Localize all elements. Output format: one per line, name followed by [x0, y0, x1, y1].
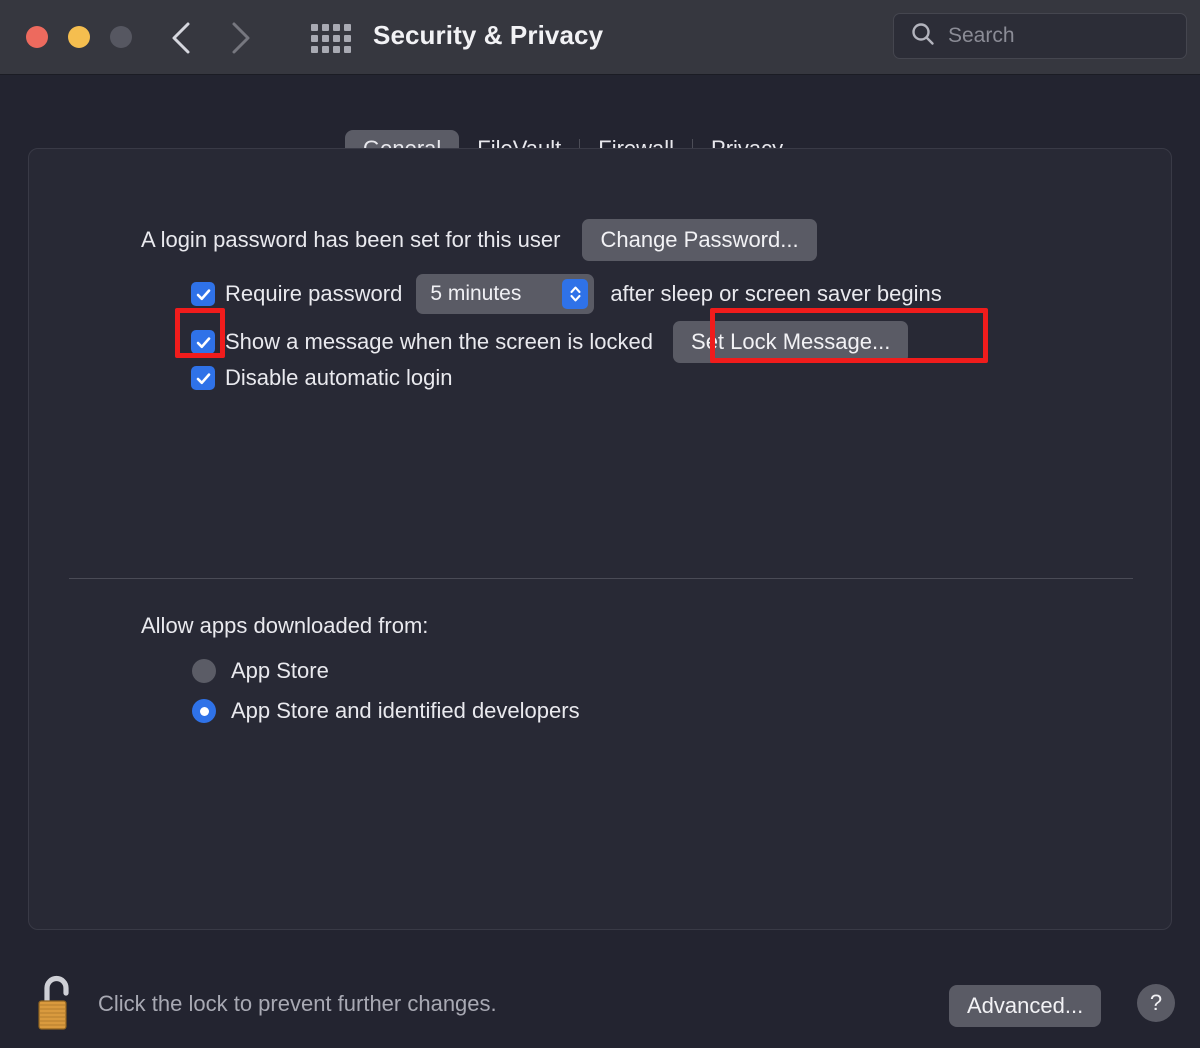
require-password-interval-select[interactable]: 5 minutes [416, 274, 594, 314]
search-placeholder: Search [948, 24, 1015, 48]
stepper-chevrons-icon[interactable] [562, 279, 588, 309]
advanced-button[interactable]: Advanced... [949, 985, 1101, 1027]
show-all-grid-icon[interactable] [311, 24, 351, 53]
search-field[interactable]: Search [893, 13, 1187, 59]
forward-chevron-icon[interactable] [226, 18, 254, 58]
change-password-button[interactable]: Change Password... [582, 219, 816, 261]
password-status-row: A login password has been set for this u… [141, 219, 817, 261]
require-password-interval-value: 5 minutes [430, 282, 521, 306]
lock-hint-text: Click the lock to prevent further change… [98, 991, 497, 1017]
allow-apps-option-app-store[interactable]: App Store [192, 658, 329, 684]
identified-developers-radio[interactable] [192, 699, 216, 723]
security-privacy-window: Security & Privacy Search General FileVa… [0, 0, 1200, 1048]
traffic-light-buttons [26, 26, 132, 48]
back-chevron-icon[interactable] [168, 18, 196, 58]
allow-apps-heading-row: Allow apps downloaded from: [141, 613, 428, 639]
lock-message-row: Show a message when the screen is locked… [191, 321, 908, 363]
app-store-label: App Store [231, 658, 329, 684]
zoom-window-button[interactable] [110, 26, 132, 48]
lock-message-label: Show a message when the screen is locked [225, 329, 653, 355]
set-lock-message-button[interactable]: Set Lock Message... [673, 321, 908, 363]
general-settings-panel: A login password has been set for this u… [28, 148, 1172, 930]
require-password-suffix-label: after sleep or screen saver begins [610, 281, 941, 307]
disable-auto-login-label: Disable automatic login [225, 365, 452, 391]
identified-developers-label: App Store and identified developers [231, 698, 580, 724]
page-title: Security & Privacy [373, 20, 603, 51]
require-password-checkbox[interactable] [191, 282, 215, 306]
unlocked-padlock-icon[interactable] [33, 968, 81, 1030]
navigation-arrows [168, 18, 254, 58]
section-divider [69, 578, 1133, 579]
search-icon [910, 21, 936, 52]
lock-message-checkbox[interactable] [191, 330, 215, 354]
require-password-label: Require password [225, 281, 402, 307]
allow-apps-heading: Allow apps downloaded from: [141, 613, 428, 639]
close-window-button[interactable] [26, 26, 48, 48]
disable-auto-login-row: Disable automatic login [191, 365, 452, 391]
disable-auto-login-checkbox[interactable] [191, 366, 215, 390]
app-store-radio[interactable] [192, 659, 216, 683]
allow-apps-option-identified-developers[interactable]: App Store and identified developers [192, 698, 580, 724]
help-button[interactable]: ? [1137, 984, 1175, 1022]
window-titlebar: Security & Privacy Search [0, 0, 1200, 75]
minimize-window-button[interactable] [68, 26, 90, 48]
password-status-label: A login password has been set for this u… [141, 227, 560, 253]
require-password-row: Require password 5 minutes after sleep o… [191, 274, 942, 314]
